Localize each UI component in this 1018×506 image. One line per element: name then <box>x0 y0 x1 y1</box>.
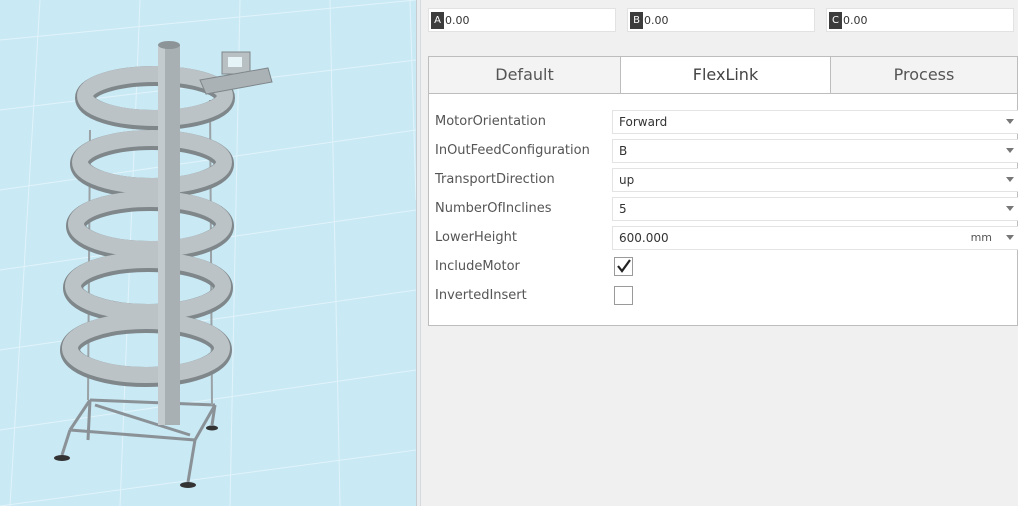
coord-value-c[interactable]: 0.00 <box>843 9 868 33</box>
unit-label: mm <box>970 231 992 244</box>
coord-field-c[interactable]: C 0.00 <box>826 8 1014 32</box>
transport-direction-select[interactable]: up <box>612 168 1018 192</box>
include-motor-checkbox[interactable] <box>614 257 633 276</box>
select-value: Forward <box>619 115 668 129</box>
coord-value-a[interactable]: 0.00 <box>445 9 470 33</box>
property-grid: MotorOrientation Forward InOutFeedConfig… <box>428 93 1018 326</box>
tab-default[interactable]: Default <box>428 56 621 94</box>
property-tabs: Default FlexLink Process <box>428 56 1018 95</box>
spiral-conveyor-icon[interactable] <box>0 0 416 506</box>
coord-field-a[interactable]: A 0.00 <box>428 8 616 32</box>
coord-tag-c: C <box>829 12 842 29</box>
coord-tag-b: B <box>630 12 643 29</box>
tab-process[interactable]: Process <box>830 56 1018 94</box>
property-label: TransportDirection <box>435 172 555 187</box>
coord-field-b[interactable]: B 0.00 <box>627 8 815 32</box>
property-row-motor-orientation: MotorOrientation Forward <box>429 109 1018 135</box>
input-value[interactable]: 600.000 <box>619 227 669 249</box>
coord-value-b[interactable]: 0.00 <box>644 9 669 33</box>
property-label: InvertedInsert <box>435 288 527 303</box>
select-value: up <box>619 173 635 187</box>
lower-height-input[interactable]: 600.000 mm <box>612 226 1018 250</box>
select-value: 5 <box>619 202 627 216</box>
property-row-number-of-inclines: NumberOfInclines 5 <box>429 196 1018 222</box>
chevron-down-icon[interactable] <box>1006 119 1014 124</box>
checkmark-icon <box>617 259 631 273</box>
inout-feed-configuration-select[interactable]: B <box>612 139 1018 163</box>
property-label: MotorOrientation <box>435 114 546 129</box>
property-row-inout-feed-configuration: InOutFeedConfiguration B <box>429 138 1018 164</box>
property-label: NumberOfInclines <box>435 201 552 216</box>
chevron-down-icon[interactable] <box>1006 148 1014 153</box>
motor-orientation-select[interactable]: Forward <box>612 110 1018 134</box>
number-of-inclines-select[interactable]: 5 <box>612 197 1018 221</box>
property-row-include-motor: IncludeMotor <box>429 254 1018 280</box>
tab-flexlink[interactable]: FlexLink <box>620 56 831 95</box>
property-row-lower-height: LowerHeight 600.000 mm <box>429 225 1018 251</box>
property-label: InOutFeedConfiguration <box>435 143 590 158</box>
properties-panel: A 0.00 B 0.00 C 0.00 Default FlexLink Pr… <box>421 0 1018 506</box>
property-label: IncludeMotor <box>435 259 520 274</box>
chevron-down-icon[interactable] <box>1006 235 1014 240</box>
inverted-insert-checkbox[interactable] <box>614 286 633 305</box>
chevron-down-icon[interactable] <box>1006 177 1014 182</box>
property-row-inverted-insert: InvertedInsert <box>429 283 1018 309</box>
coord-tag-a: A <box>431 12 444 29</box>
3d-viewport[interactable] <box>0 0 416 506</box>
property-label: LowerHeight <box>435 230 517 245</box>
property-row-transport-direction: TransportDirection up <box>429 167 1018 193</box>
select-value: B <box>619 144 628 158</box>
chevron-down-icon[interactable] <box>1006 206 1014 211</box>
